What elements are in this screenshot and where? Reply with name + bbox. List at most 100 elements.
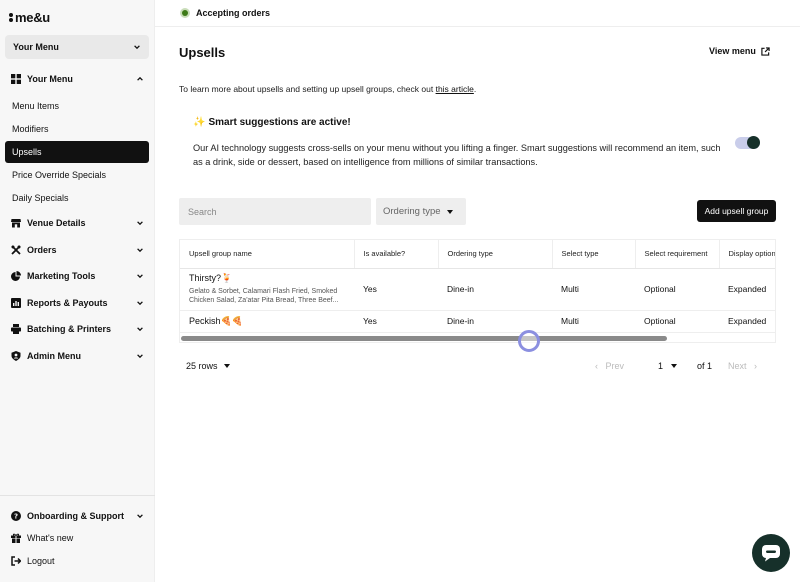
grid-icon (11, 74, 21, 84)
column-header[interactable]: Is available? (354, 240, 439, 269)
nav-group-label: Batching & Printers (27, 324, 112, 334)
status-dot-icon (180, 8, 190, 18)
scrollbar-thumb[interactable] (181, 336, 667, 341)
chat-button[interactable] (752, 534, 790, 572)
chevron-down-icon (136, 219, 144, 227)
smart-suggestions-title: ✨ Smart suggestions are active! (193, 117, 351, 128)
sidebar-item-price-override-specials[interactable]: Price Override Specials (5, 164, 149, 186)
sparkles-icon: ✨ (193, 117, 206, 128)
nav-group-admin-menu[interactable]: Admin Menu (0, 346, 155, 366)
external-link-icon (761, 46, 770, 56)
chevron-down-icon (136, 512, 144, 520)
requirement-cell: Optional (635, 268, 719, 311)
select-type-cell: Multi (552, 310, 635, 333)
sidebar-item-modifiers[interactable]: Modifiers (5, 118, 149, 140)
column-header[interactable]: Display option (719, 240, 775, 269)
nav-group-label: Onboarding & Support (27, 511, 124, 521)
utensils-icon (11, 245, 21, 255)
sidebar-item-upsells[interactable]: Upsells (5, 141, 149, 163)
page-count: of 1 (697, 361, 713, 371)
chevron-down-icon (133, 43, 141, 51)
nav-group-venue-details[interactable]: Venue Details (0, 213, 155, 233)
user-shield-icon (11, 351, 21, 361)
nav-group-label: Reports & Payouts (27, 298, 108, 308)
ordering-type-filter[interactable]: Ordering type (376, 198, 466, 225)
nav-group-reports-payouts[interactable]: Reports & Payouts (0, 293, 155, 313)
caret-down-icon (446, 209, 453, 214)
prev-page-button[interactable]: ‹ Prev (595, 361, 624, 371)
nav-group-your-menu[interactable]: Your Menu (0, 69, 155, 89)
group-name-cell: Peckish🍕🍕 (180, 310, 354, 333)
bar-chart-icon (11, 298, 21, 308)
table-header-row: Upsell group name Is available? Ordering… (180, 240, 775, 269)
group-name: Peckish🍕🍕 (189, 315, 243, 326)
caret-down-icon (671, 364, 678, 368)
order-status[interactable]: Accepting orders (196, 8, 270, 18)
gift-icon (11, 533, 21, 543)
view-menu-label: View menu (709, 46, 756, 56)
smart-suggestions-toggle[interactable] (735, 136, 760, 149)
chevron-down-icon (136, 325, 144, 333)
chevron-down-icon (136, 272, 144, 280)
requirement-cell: Optional (635, 310, 719, 333)
horizontal-scrollbar[interactable] (180, 336, 775, 341)
next-page-button[interactable]: Next › (728, 361, 757, 371)
add-upsell-group-button[interactable]: Add upsell group (697, 200, 776, 222)
chevron-down-icon (136, 246, 144, 254)
column-header[interactable]: Upsell group name (180, 240, 355, 269)
nav-group-batching-printers[interactable]: Batching & Printers (0, 319, 155, 339)
column-header[interactable]: Select requirement (635, 240, 720, 269)
column-header[interactable]: Ordering type (438, 240, 553, 269)
display-option-cell: Expanded (719, 268, 775, 311)
nav-group-label: Orders (27, 245, 57, 255)
rows-per-page-select[interactable]: 25 rows (186, 361, 230, 371)
caret-down-icon (223, 364, 230, 368)
sidebar-item-daily-specials[interactable]: Daily Specials (5, 187, 149, 209)
sidebar: me&u Your Menu Your Menu Menu Items Modi… (0, 0, 155, 582)
nav-item-whats-new[interactable]: What's new (0, 528, 155, 548)
logo[interactable]: me&u (9, 10, 50, 25)
chevron-down-icon (136, 299, 144, 307)
ordering-type-cell: Dine-in (438, 268, 552, 311)
toggle-knob (747, 136, 760, 149)
logo-text: me&u (15, 10, 50, 25)
availability-cell: Yes (354, 310, 438, 333)
view-menu-link[interactable]: View menu (709, 46, 770, 56)
nav-group-orders[interactable]: Orders (0, 240, 155, 260)
ordering-type-label: Ordering type (383, 206, 441, 217)
search-input[interactable] (179, 198, 371, 225)
table-row[interactable]: Peckish🍕🍕 Yes Dine-in Multi Optional Exp… (180, 310, 775, 333)
rows-per-page-label: 25 rows (186, 361, 218, 371)
group-items: Gelato & Sorbet, Calamari Flash Fried, S… (189, 288, 339, 304)
pie-chart-icon (11, 271, 21, 281)
availability-cell: Yes (354, 268, 438, 311)
chat-icon (762, 545, 780, 562)
smart-suggestions-description: Our AI technology suggests cross-sells o… (193, 143, 721, 167)
table-row[interactable]: Thirsty?🍹 Gelato & Sorbet, Calamari Flas… (180, 268, 775, 311)
logo-dots-icon (9, 13, 13, 22)
group-name-cell: Thirsty?🍹 Gelato & Sorbet, Calamari Flas… (180, 268, 354, 311)
nav-group-marketing-tools[interactable]: Marketing Tools (0, 266, 155, 286)
upsells-table: Upsell group name Is available? Ordering… (179, 239, 776, 343)
nav-item-logout[interactable]: Logout (0, 551, 155, 571)
page-select[interactable]: 1 (658, 361, 678, 371)
menu-select-label: Your Menu (13, 42, 59, 52)
nav-group-label: Venue Details (27, 218, 86, 228)
page-number: 1 (658, 361, 664, 371)
cursor-indicator (518, 330, 540, 352)
help-icon: ? (11, 511, 21, 521)
page-title: Upsells (179, 45, 226, 60)
nav-item-label: Logout (27, 556, 55, 566)
article-link[interactable]: this article (436, 84, 474, 94)
menu-select[interactable]: Your Menu (5, 35, 149, 59)
chevron-down-icon (136, 352, 144, 360)
select-type-cell: Multi (552, 268, 635, 311)
column-header[interactable]: Select type (552, 240, 636, 269)
sidebar-item-menu-items[interactable]: Menu Items (5, 95, 149, 117)
nav-item-label: What's new (27, 533, 74, 543)
display-option-cell: Expanded (719, 310, 775, 333)
ordering-type-cell: Dine-in (438, 310, 552, 333)
group-name: Thirsty?🍹 (189, 273, 233, 283)
nav-group-onboarding-support[interactable]: ? Onboarding & Support (0, 506, 155, 526)
printer-icon (11, 324, 21, 334)
